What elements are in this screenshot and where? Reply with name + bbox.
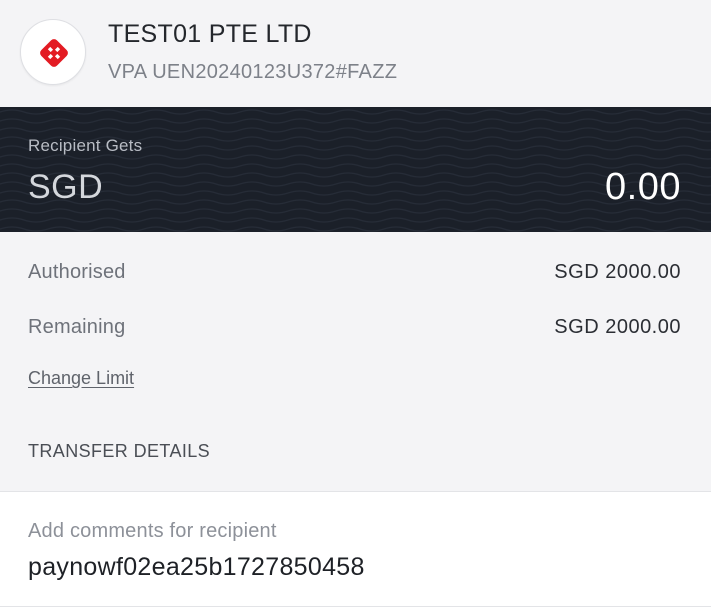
currency-label: SGD	[28, 168, 104, 206]
divider	[0, 606, 711, 607]
remaining-value: SGD 2000.00	[554, 316, 681, 338]
recipient-vpa: VPA UEN20240123U372#FAZZ	[108, 61, 398, 83]
recipient-logo	[20, 19, 86, 85]
change-limit-link[interactable]: Change Limit	[28, 368, 134, 389]
comments-label: Add comments for recipient	[28, 520, 277, 542]
recipient-header: TEST01 PTE LTD VPA UEN20240123U372#FAZZ	[0, 0, 711, 107]
transfer-details-heading: TRANSFER DETAILS	[28, 441, 211, 461]
recipient-gets-label: Recipient Gets	[28, 136, 143, 155]
dbs-logo-icon	[40, 39, 68, 67]
comments-input[interactable]	[28, 553, 678, 582]
remaining-label: Remaining	[28, 316, 126, 338]
paynow-transfer-screen: TEST01 PTE LTD VPA UEN20240123U372#FAZZ …	[0, 0, 711, 613]
recipient-name: TEST01 PTE LTD	[108, 20, 312, 48]
authorised-label: Authorised	[28, 261, 126, 283]
amount-input[interactable]: 0.00	[605, 166, 681, 209]
authorised-value: SGD 2000.00	[554, 261, 681, 283]
comments-section	[0, 491, 711, 613]
